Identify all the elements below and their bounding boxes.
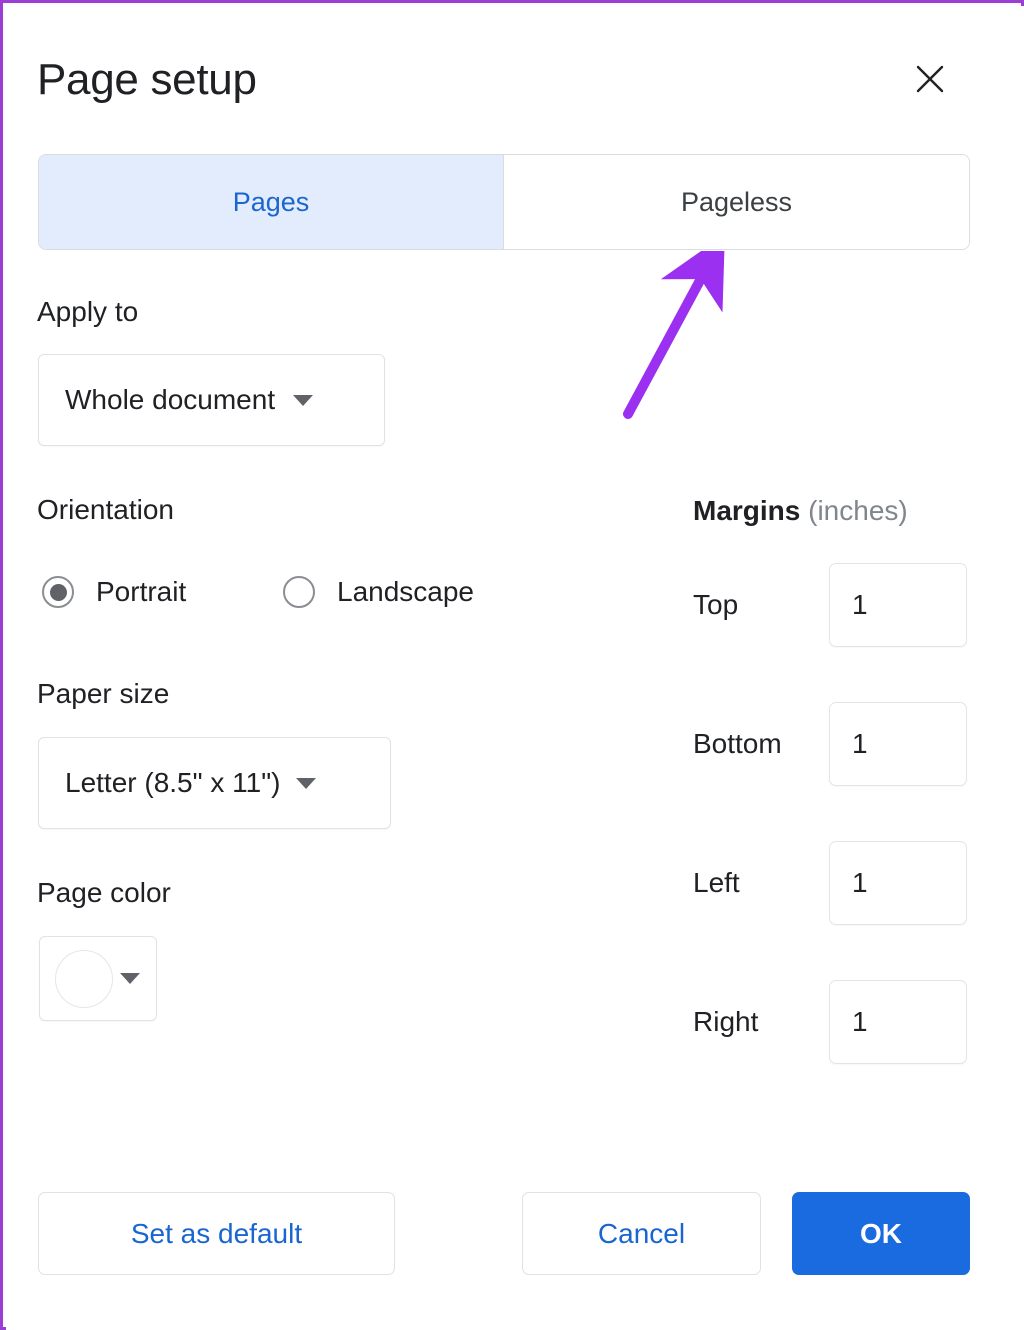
radio-portrait-label: Portrait xyxy=(96,576,187,607)
view-mode-tabs: Pages Pageless xyxy=(38,154,970,250)
margin-bottom-label: Bottom xyxy=(693,728,782,759)
margin-right-label: Right xyxy=(693,1006,759,1037)
margins-heading: Margins (inches) xyxy=(693,495,908,527)
margin-row-left: Left xyxy=(693,841,967,925)
margin-bottom-input[interactable] xyxy=(829,702,967,786)
margins-heading-strong: Margins xyxy=(693,495,801,526)
set-as-default-label: Set as default xyxy=(130,1217,303,1249)
page-color-dropdown[interactable] xyxy=(39,936,157,1021)
tab-pages-label: Pages xyxy=(232,186,310,217)
annotation-frame: Page setup Pages Pageless Apply to Whole… xyxy=(0,0,1024,1330)
margin-right-input[interactable] xyxy=(829,980,967,1064)
margin-left-input[interactable] xyxy=(829,841,967,925)
margin-left-label: Left xyxy=(693,867,740,898)
radio-landscape-label: Landscape xyxy=(337,576,475,607)
set-as-default-button[interactable]: Set as default xyxy=(38,1192,395,1275)
ok-button[interactable]: OK xyxy=(792,1192,970,1275)
page-color-label: Page color xyxy=(37,877,171,908)
paper-size-value: Letter (8.5" x 11") xyxy=(65,767,281,798)
cancel-button[interactable]: Cancel xyxy=(522,1192,761,1275)
radio-portrait[interactable]: Portrait xyxy=(42,576,186,608)
margin-top-label: Top xyxy=(693,589,739,620)
page-setup-dialog: Page setup Pages Pageless Apply to Whole… xyxy=(6,6,1024,1330)
radio-portrait-indicator xyxy=(42,576,74,608)
chevron-down-icon xyxy=(293,394,314,406)
chevron-down-icon xyxy=(120,973,140,984)
tab-pages[interactable]: Pages xyxy=(39,155,504,249)
chevron-down-icon xyxy=(296,777,317,789)
apply-to-dropdown[interactable]: Whole document xyxy=(38,354,385,446)
close-icon[interactable] xyxy=(903,52,957,106)
margins-heading-units: (inches) xyxy=(808,495,908,526)
page-title: Page setup xyxy=(37,55,257,104)
margin-row-top: Top xyxy=(693,563,967,647)
annotation-arrow-icon xyxy=(623,251,725,419)
margin-top-input[interactable] xyxy=(829,563,967,647)
margin-row-bottom: Bottom xyxy=(693,702,967,786)
cancel-label: Cancel xyxy=(597,1217,686,1249)
page-color-swatch xyxy=(55,949,113,1008)
radio-landscape-indicator xyxy=(283,576,315,608)
tab-pageless[interactable]: Pageless xyxy=(504,155,969,249)
orientation-label: Orientation xyxy=(37,494,174,525)
ok-label: OK xyxy=(860,1217,902,1249)
margin-row-right: Right xyxy=(693,980,967,1064)
tab-pageless-label: Pageless xyxy=(680,186,793,217)
paper-size-dropdown[interactable]: Letter (8.5" x 11") xyxy=(38,737,391,829)
apply-to-value: Whole document xyxy=(65,384,276,415)
apply-to-label: Apply to xyxy=(37,296,139,327)
paper-size-label: Paper size xyxy=(37,678,170,709)
radio-landscape[interactable]: Landscape xyxy=(283,576,474,608)
